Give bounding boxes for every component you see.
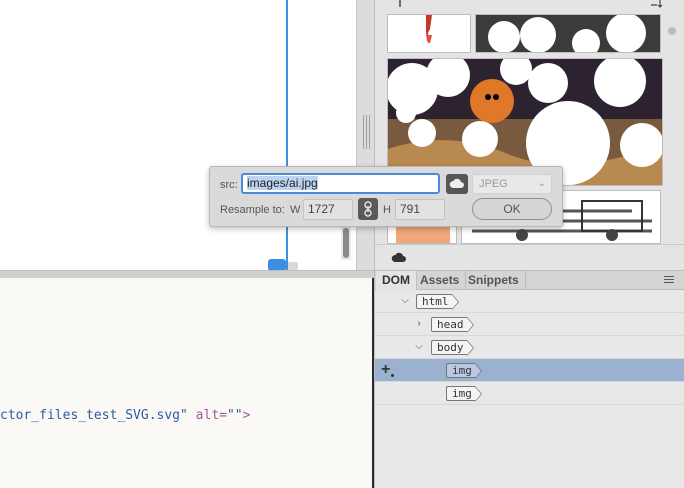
image-properties-popup: src: images/ai.jpg JPEG ⌄ Resample to: W… — [209, 166, 563, 227]
cloud-icon — [449, 178, 464, 188]
sort-order-icon[interactable] — [649, 0, 665, 8]
panel-tabs: DOM Assets Snippets — [375, 270, 684, 290]
chevron-down-icon: ⌄ — [537, 178, 546, 189]
dom-tag-label: img — [446, 363, 482, 379]
ok-button[interactable]: OK — [472, 198, 552, 220]
chevron-right-icon[interactable]: › — [414, 318, 424, 330]
width-label: W — [290, 204, 301, 216]
dom-tag-label: body — [431, 340, 473, 356]
src-label: src: — [220, 179, 238, 191]
tab-dom[interactable]: DOM — [376, 271, 417, 290]
format-value: JPEG — [479, 178, 508, 190]
code-view[interactable]: ctor_files_test_SVG.svg" alt=""> — [0, 278, 372, 488]
design-view[interactable] — [0, 0, 356, 271]
assets-toolbar — [375, 0, 684, 14]
gallery-scroll-indicator[interactable] — [668, 27, 676, 35]
dom-tag-label: img — [446, 386, 482, 402]
dom-node-body[interactable]: ⌵ body — [375, 336, 684, 359]
height-input[interactable]: 791 — [395, 199, 445, 220]
dom-node-img-selected[interactable]: + img — [375, 359, 684, 382]
tab-assets[interactable]: Assets — [414, 271, 467, 290]
chevron-down-icon[interactable]: ⌵ — [414, 341, 424, 353]
design-scrollbar-thumb[interactable] — [343, 228, 349, 258]
code-attr-name: alt= — [187, 408, 227, 423]
code-attr-value-empty: "" — [226, 408, 243, 423]
format-select[interactable]: JPEG ⌄ — [472, 174, 552, 194]
code-line[interactable]: ctor_files_test_SVG.svg" alt=""> — [0, 408, 250, 423]
code-tag-close: > — [242, 408, 251, 423]
view-divider[interactable] — [0, 270, 374, 278]
dom-node-html[interactable]: ⌵ html — [375, 290, 684, 313]
src-input[interactable]: images/ai.jpg — [241, 173, 440, 194]
code-attr-value: ctor_files_test_SVG.svg" — [0, 408, 188, 423]
splitter-grip-icon[interactable] — [361, 115, 371, 149]
right-panel: DOM Assets Snippets ⌵ html › head ⌵ body… — [374, 0, 684, 488]
cloud-icon[interactable] — [391, 251, 407, 263]
link-icon — [364, 201, 372, 217]
resample-label: Resample to: — [220, 204, 285, 216]
panel-menu-icon[interactable] — [664, 276, 674, 284]
tab-snippets[interactable]: Snippets — [462, 271, 526, 290]
sort-icon[interactable] — [395, 0, 407, 8]
element-handle-secondary[interactable] — [288, 262, 298, 270]
dom-node-img[interactable]: img — [375, 382, 684, 405]
assets-footer — [375, 244, 684, 270]
element-guide-line — [286, 0, 288, 270]
dom-tag-label: html — [416, 294, 458, 310]
chevron-down-icon[interactable]: ⌵ — [400, 295, 410, 307]
asset-thumbnail[interactable] — [387, 14, 471, 53]
height-label: H — [383, 204, 391, 216]
cloud-sync-button[interactable] — [446, 174, 468, 194]
src-value: images/ai.jpg — [247, 176, 318, 190]
app-window: ctor_files_test_SVG.svg" alt=""> DOM Ass… — [0, 0, 684, 488]
panel-splitter[interactable] — [356, 0, 374, 270]
dom-node-head[interactable]: › head — [375, 313, 684, 336]
add-element-icon[interactable]: + — [381, 362, 390, 378]
asset-thumbnail[interactable] — [475, 14, 661, 53]
width-input[interactable]: 1727 — [303, 199, 353, 220]
dom-tree: ⌵ html › head ⌵ body + img img — [375, 290, 684, 488]
add-element-dot — [391, 374, 394, 377]
link-dimensions-button[interactable] — [358, 198, 378, 220]
dom-tag-label: head — [431, 317, 473, 333]
